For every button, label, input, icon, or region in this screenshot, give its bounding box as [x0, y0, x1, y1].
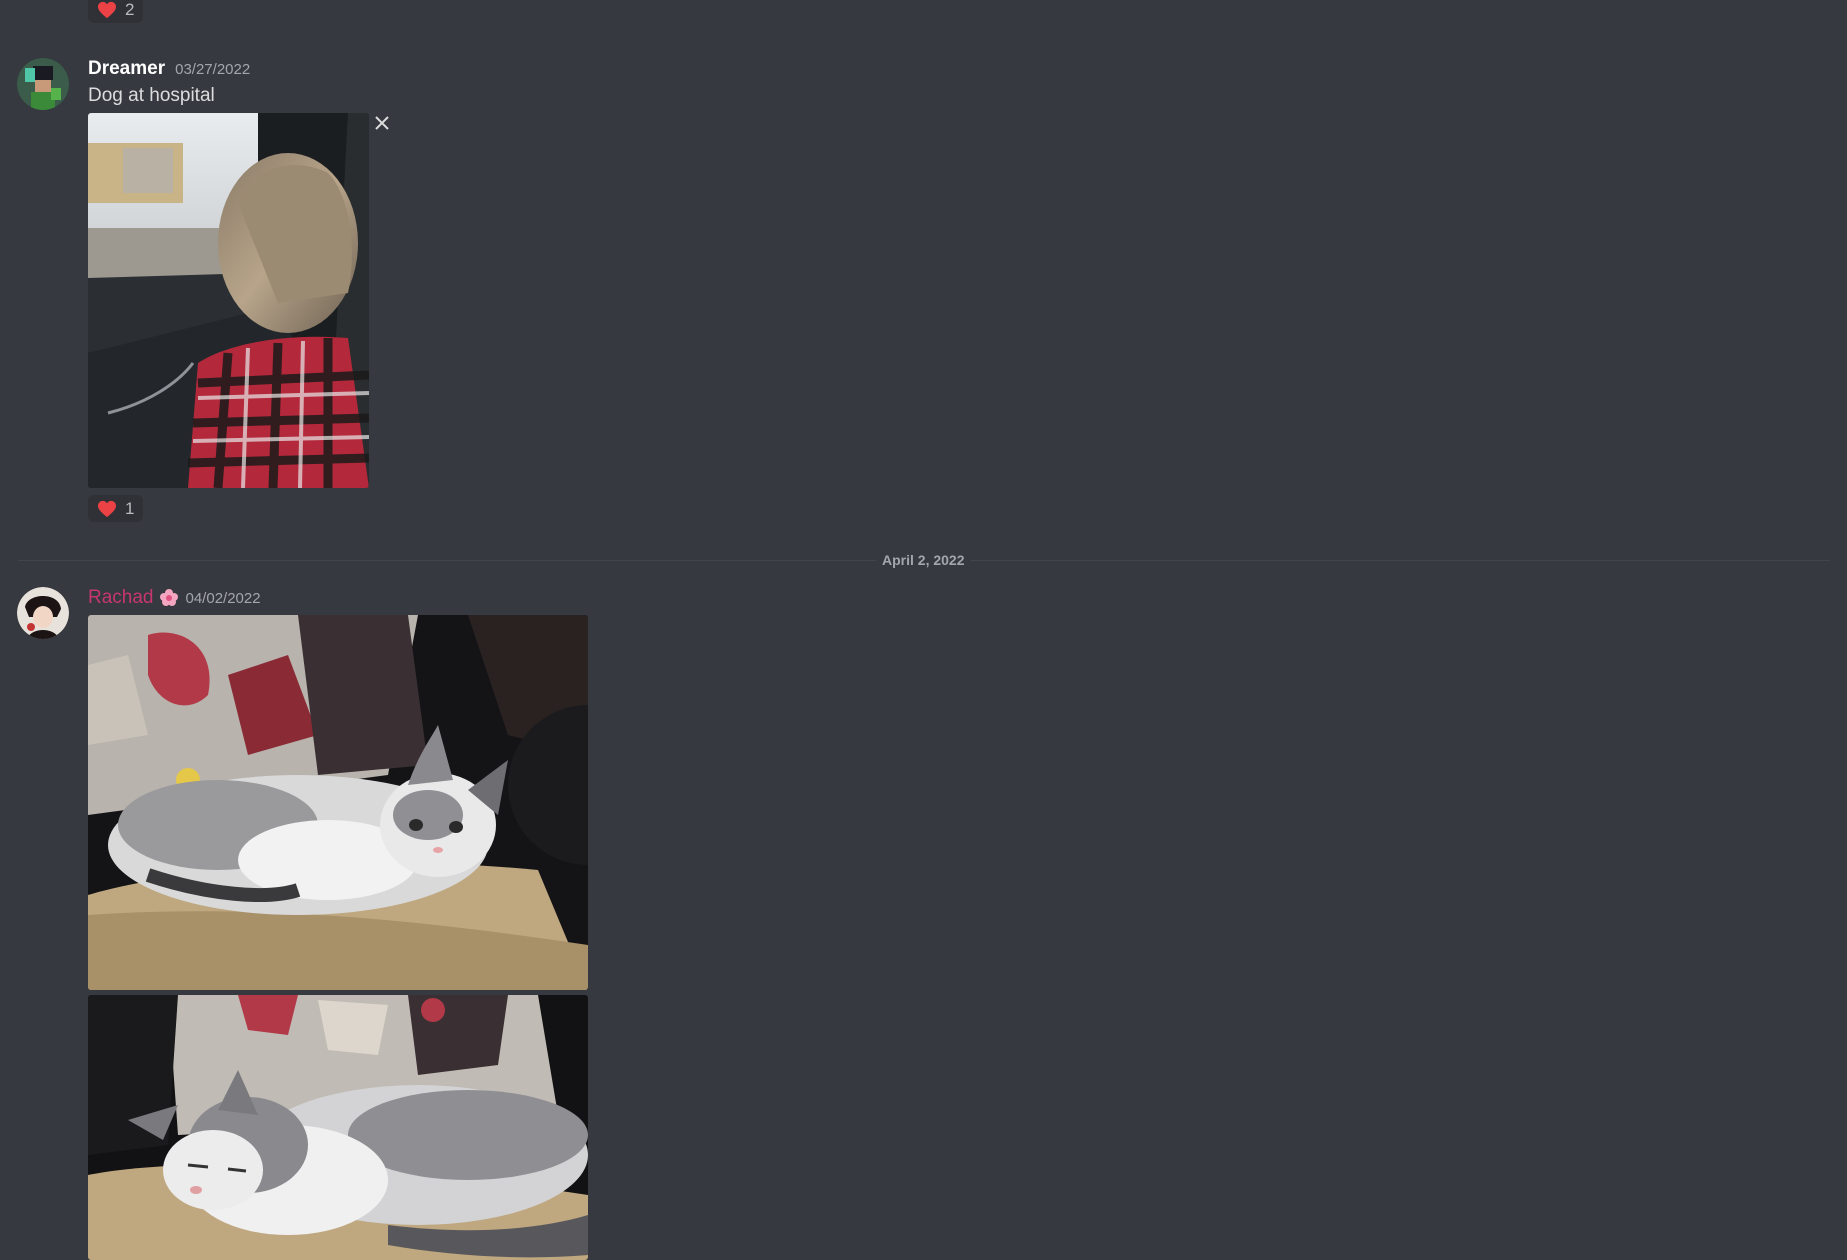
heart-reaction-button[interactable]: 2 [88, 0, 144, 23]
avatar[interactable] [17, 58, 69, 110]
username[interactable]: Rachad [88, 587, 154, 609]
avatar[interactable] [17, 587, 69, 639]
reaction-count: 2 [125, 0, 135, 19]
chat-message-list: 2 Dreamer 03/27/2022 Dog at hospital 1 A… [0, 0, 1847, 1260]
image-attachment[interactable] [88, 113, 369, 488]
rachad-avatar-image [17, 587, 69, 639]
heart-icon [98, 1, 116, 18]
reaction-count: 1 [125, 498, 135, 518]
flower-emoji-icon [159, 589, 178, 606]
message-text: Dog at hospital [88, 85, 215, 106]
cat-sleeping-photo [88, 995, 588, 1260]
image-attachment[interactable] [88, 615, 588, 990]
cat-resting-photo [88, 615, 588, 990]
heart-reaction-button[interactable]: 1 [88, 495, 144, 522]
heart-icon [98, 500, 116, 517]
message-timestamp: 03/27/2022 [175, 61, 251, 78]
image-attachment[interactable] [88, 995, 588, 1260]
close-icon[interactable] [373, 114, 391, 132]
dreamer-avatar-image [17, 58, 69, 110]
dog-in-car-photo [88, 113, 369, 488]
username[interactable]: Dreamer [88, 58, 165, 80]
date-divider-label: April 2, 2022 [876, 552, 971, 568]
message-timestamp: 04/02/2022 [185, 590, 261, 607]
